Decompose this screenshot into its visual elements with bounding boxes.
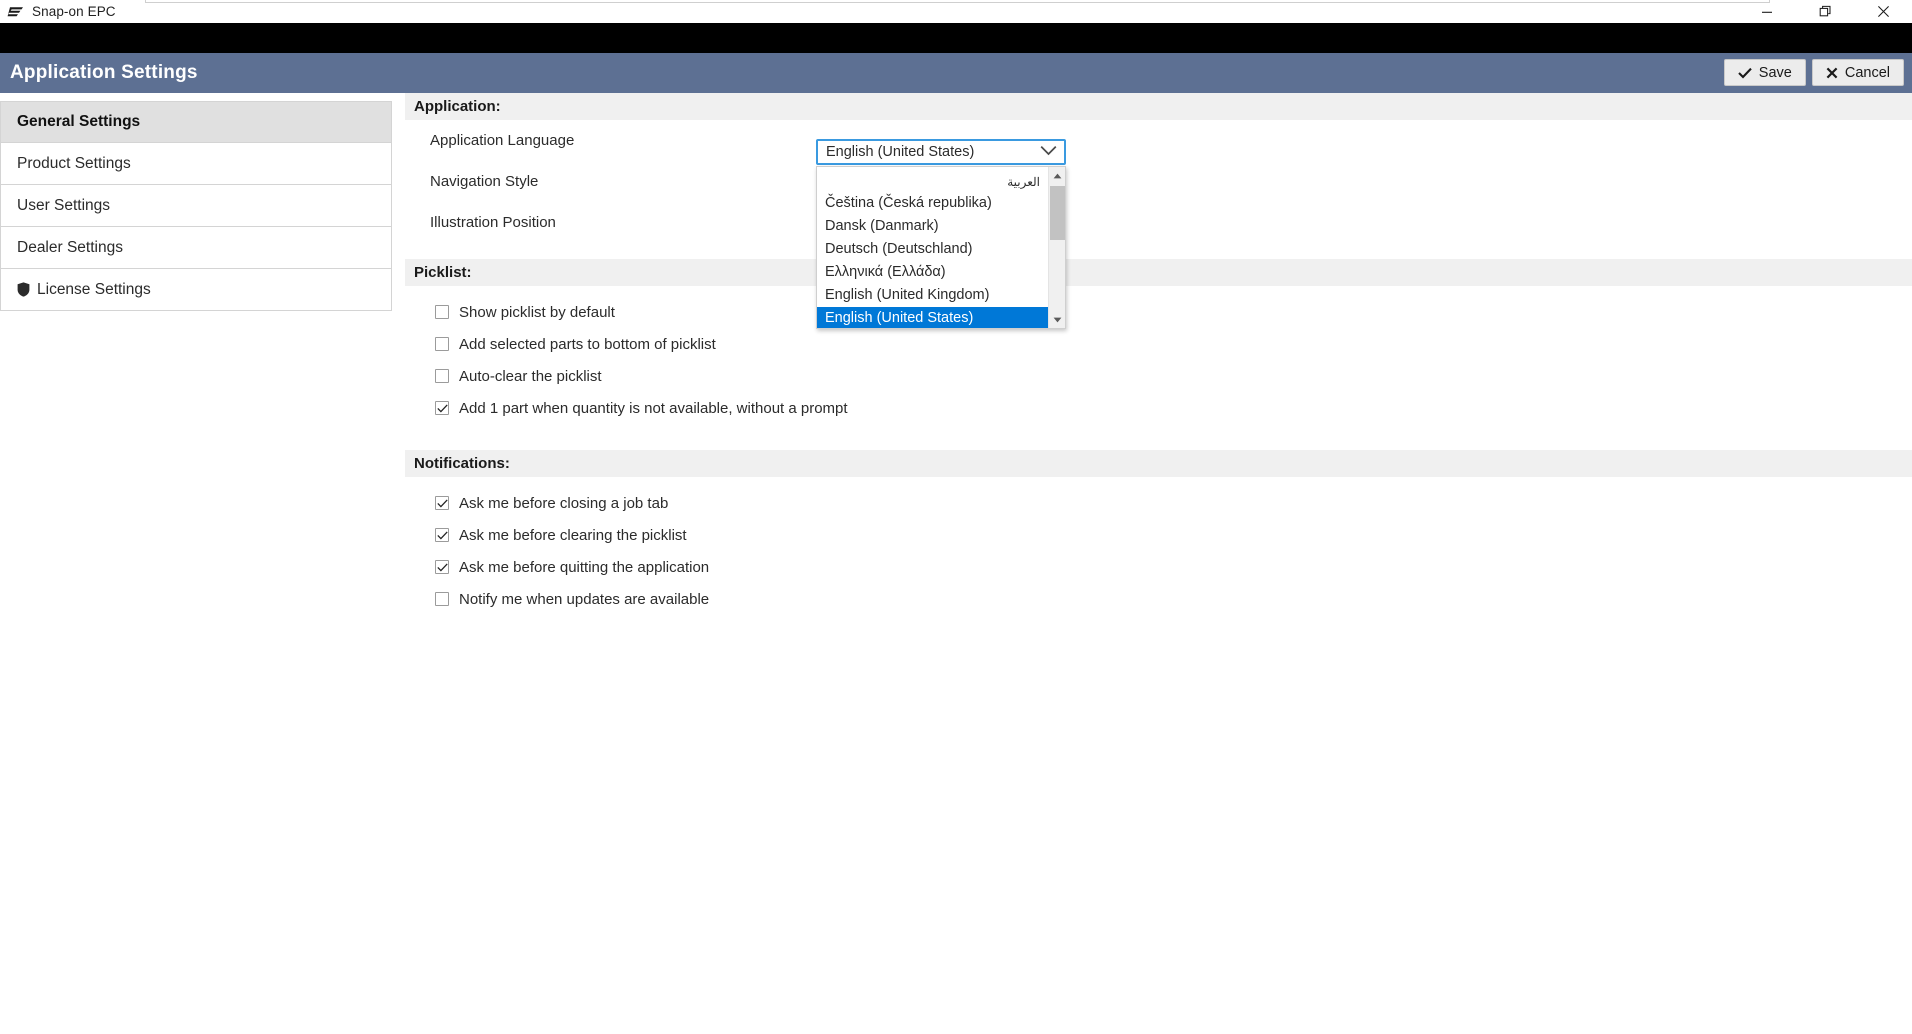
language-option[interactable]: English (United Kingdom) — [817, 284, 1048, 307]
save-button[interactable]: Save — [1723, 59, 1806, 86]
section-title: Application: — [414, 98, 501, 115]
language-option[interactable]: Deutsch (Deutschland) — [817, 238, 1048, 261]
language-dropdown-scrollbar[interactable] — [1048, 167, 1065, 328]
titlebar-frame-strip — [145, 0, 1770, 3]
checkbox-checked-icon[interactable] — [435, 496, 449, 510]
checkbox-row-show-picklist-by-default[interactable]: Show picklist by default — [405, 296, 1912, 328]
scrollbar-track[interactable] — [1049, 184, 1066, 311]
settings-main-panel: Application: Application Language Naviga… — [405, 93, 1912, 615]
sidebar-item-license-settings[interactable]: License Settings — [0, 269, 392, 311]
snap-on-logo-icon — [7, 5, 24, 19]
settings-content: General Settings Product Settings User S… — [0, 93, 1912, 1034]
sidebar-item-label: Product Settings — [17, 154, 131, 172]
sidebar-item-label: License Settings — [37, 280, 151, 298]
window-black-band — [0, 23, 1912, 53]
scrollbar-thumb[interactable] — [1049, 186, 1065, 240]
window-titlebar: Snap-on EPC — [0, 0, 1912, 23]
setting-row-navigation-style: Navigation Style — [405, 161, 1912, 202]
application-language-combobox: English (United States) العربية Čeština … — [816, 139, 1066, 329]
section-header-application: Application: — [405, 93, 1912, 120]
checkbox-checked-icon[interactable] — [435, 528, 449, 542]
sidebar-item-label: Dealer Settings — [17, 238, 123, 256]
section-title: Picklist: — [414, 264, 472, 281]
checkbox-unchecked-icon[interactable] — [435, 305, 449, 319]
checkbox-checked-icon[interactable] — [435, 560, 449, 574]
sidebar-item-dealer-settings[interactable]: Dealer Settings — [0, 227, 392, 269]
save-button-label: Save — [1758, 64, 1792, 81]
language-dropdown-options: العربية Čeština (Česká republika) Dansk … — [817, 167, 1048, 328]
checkbox-row-add-1-part-when-quantity-unavailable[interactable]: Add 1 part when quantity is not availabl… — [405, 392, 1912, 424]
checkbox-label: Ask me before quitting the application — [459, 558, 710, 576]
close-icon[interactable] — [1854, 0, 1912, 23]
shield-icon — [17, 282, 30, 297]
minimize-icon[interactable] — [1738, 0, 1796, 23]
row-label: Application Language — [430, 132, 575, 149]
settings-sidebar: General Settings Product Settings User S… — [0, 101, 392, 311]
checkbox-checked-icon[interactable] — [435, 401, 449, 415]
language-option-selected[interactable]: English (United States) — [817, 307, 1048, 328]
header-actions: Save Cancel — [1723, 59, 1904, 86]
window-title: Snap-on EPC — [32, 4, 116, 19]
row-label: Illustration Position — [430, 214, 556, 231]
cancel-button[interactable]: Cancel — [1811, 59, 1904, 86]
setting-row-application-language: Application Language — [405, 120, 1912, 161]
sidebar-item-product-settings[interactable]: Product Settings — [0, 143, 392, 185]
sidebar-item-user-settings[interactable]: User Settings — [0, 185, 392, 227]
page-title: Application Settings — [10, 62, 198, 83]
checkbox-row-ask-before-closing-job-tab[interactable]: Ask me before closing a job tab — [405, 487, 1912, 519]
checkbox-unchecked-icon[interactable] — [435, 369, 449, 383]
section-header-notifications: Notifications: — [405, 450, 1912, 477]
x-icon — [1826, 67, 1838, 79]
scroll-up-arrow-icon[interactable] — [1049, 167, 1066, 184]
language-select-trigger[interactable]: English (United States) — [816, 139, 1066, 165]
setting-row-illustration-position: Illustration Position — [405, 202, 1912, 243]
checkbox-label: Ask me before clearing the picklist — [459, 526, 687, 544]
language-option[interactable]: Dansk (Danmark) — [817, 215, 1048, 238]
language-option[interactable]: العربية — [817, 169, 1048, 192]
app-header-bar: Application Settings Save Cancel — [0, 53, 1912, 93]
scroll-down-arrow-icon[interactable] — [1049, 311, 1066, 328]
checkbox-row-auto-clear-the-picklist[interactable]: Auto-clear the picklist — [405, 360, 1912, 392]
language-option[interactable]: Ελληνικά (Ελλάδα) — [817, 261, 1048, 284]
sidebar-item-general-settings[interactable]: General Settings — [0, 101, 392, 143]
checkbox-label: Notify me when updates are available — [459, 590, 710, 608]
checkbox-unchecked-icon[interactable] — [435, 337, 449, 351]
checkbox-label: Add selected parts to bottom of picklist — [459, 335, 716, 353]
cancel-button-label: Cancel — [1844, 64, 1890, 81]
row-label: Navigation Style — [430, 173, 539, 190]
checkbox-row-ask-before-quitting-application[interactable]: Ask me before quitting the application — [405, 551, 1912, 583]
chevron-down-icon — [1040, 143, 1057, 161]
language-select-value: English (United States) — [826, 144, 975, 160]
restore-icon[interactable] — [1796, 0, 1854, 23]
sidebar-item-label: General Settings — [17, 113, 141, 130]
checkbox-row-add-selected-parts-to-bottom[interactable]: Add selected parts to bottom of picklist — [405, 328, 1912, 360]
language-dropdown-list: العربية Čeština (Česká republika) Dansk … — [816, 166, 1066, 329]
language-option[interactable]: Čeština (Česká republika) — [817, 192, 1048, 215]
check-icon — [1738, 67, 1752, 79]
checkbox-label: Show picklist by default — [459, 303, 615, 321]
checkbox-row-notify-when-updates-available[interactable]: Notify me when updates are available — [405, 583, 1912, 615]
checkbox-label: Auto-clear the picklist — [459, 367, 602, 385]
section-header-picklist: Picklist: — [405, 259, 1912, 286]
checkbox-label: Add 1 part when quantity is not availabl… — [459, 399, 848, 417]
notifications-options-group: Ask me before closing a job tab Ask me b… — [405, 477, 1912, 615]
sidebar-item-label: User Settings — [17, 196, 111, 214]
window-controls — [1738, 0, 1912, 23]
titlebar-left-group: Snap-on EPC — [0, 4, 116, 19]
section-title: Notifications: — [414, 455, 510, 472]
checkbox-label: Ask me before closing a job tab — [459, 494, 669, 512]
picklist-options-group: Show picklist by default Add selected pa… — [405, 286, 1912, 424]
checkbox-row-ask-before-clearing-picklist[interactable]: Ask me before clearing the picklist — [405, 519, 1912, 551]
checkbox-unchecked-icon[interactable] — [435, 592, 449, 606]
